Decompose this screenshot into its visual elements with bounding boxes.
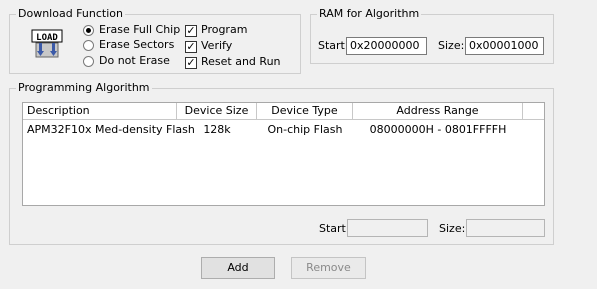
load-icon: LOAD	[31, 29, 65, 59]
program-checkbox[interactable]: ✓	[185, 25, 197, 37]
ram-for-algorithm-title: RAM for Algorithm	[317, 7, 422, 20]
load-icon-text: LOAD	[36, 33, 58, 43]
algorithm-size-input[interactable]	[466, 219, 545, 237]
column-header-description[interactable]: Description	[23, 103, 177, 120]
reset-and-run-checkbox[interactable]: ✓	[185, 57, 197, 69]
verify-label[interactable]: Verify	[201, 39, 232, 52]
column-header-address-range[interactable]: Address Range	[353, 103, 523, 120]
algorithm-start-label: Start:	[319, 222, 350, 235]
do-not-erase-label[interactable]: Do not Erase	[99, 54, 170, 67]
remove-button[interactable]: Remove	[291, 257, 366, 279]
reset-and-run-label[interactable]: Reset and Run	[201, 55, 281, 68]
column-header-device-size[interactable]: Device Size	[177, 103, 257, 120]
algorithm-table[interactable]: Description Device Size Device Type Addr…	[22, 102, 545, 206]
verify-checkbox[interactable]: ✓	[185, 41, 197, 53]
erase-full-chip-radio[interactable]	[83, 25, 94, 36]
ram-start-input[interactable]: 0x20000000	[346, 37, 427, 55]
ram-size-input[interactable]: 0x00001000	[465, 37, 544, 55]
do-not-erase-radio[interactable]	[83, 56, 94, 67]
programming-algorithm-title: Programming Algorithm	[16, 81, 152, 94]
row-device-type: On-chip Flash	[267, 123, 343, 136]
ram-size-label: Size:	[438, 39, 465, 52]
algorithm-size-label: Size:	[439, 222, 466, 235]
program-label[interactable]: Program	[201, 23, 247, 36]
erase-sectors-label[interactable]: Erase Sectors	[99, 38, 174, 51]
table-row[interactable]: APM32F10x Med-density Flash 128k On-chip…	[23, 122, 544, 138]
column-header-device-type[interactable]: Device Type	[257, 103, 353, 120]
column-header-blank	[523, 103, 544, 120]
row-address-range: 08000000H - 0801FFFFH	[369, 123, 507, 136]
download-function-title: Download Function	[16, 7, 125, 20]
add-button[interactable]: Add	[201, 257, 275, 279]
algorithm-start-input[interactable]	[347, 219, 428, 237]
erase-sectors-radio[interactable]	[83, 40, 94, 51]
ram-start-label: Start:	[318, 39, 349, 52]
row-device-size: 128k	[203, 123, 231, 136]
row-description: APM32F10x Med-density Flash	[27, 123, 195, 136]
erase-full-chip-label[interactable]: Erase Full Chip	[99, 23, 180, 36]
